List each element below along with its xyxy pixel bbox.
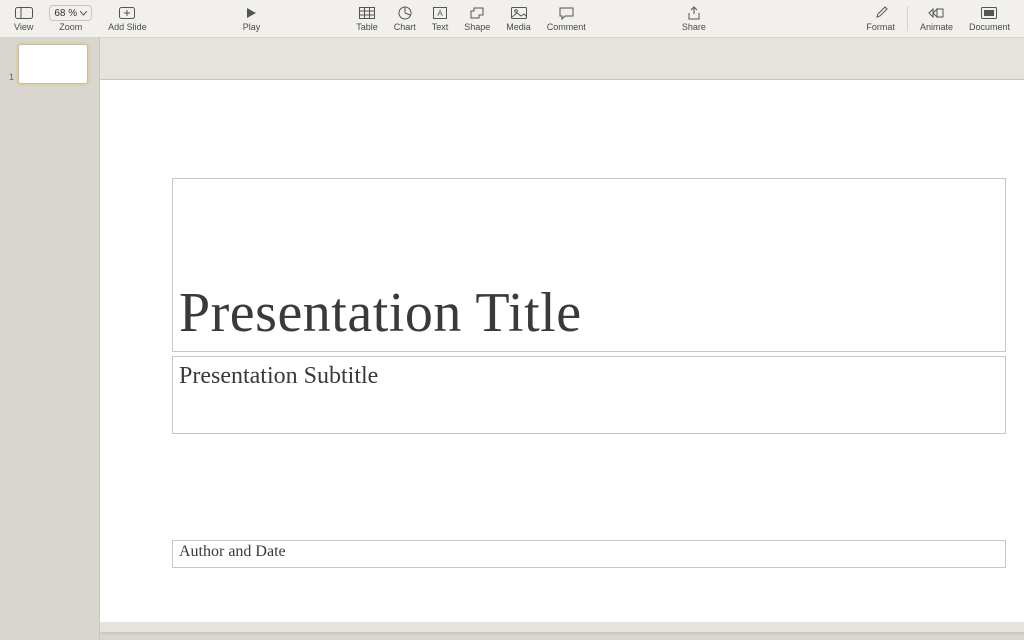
media-button[interactable]: Media [498, 0, 539, 37]
document-label: Document [969, 23, 1010, 32]
play-icon [245, 5, 257, 21]
svg-text:A: A [437, 9, 443, 18]
table-icon [359, 5, 375, 21]
title-text[interactable]: Presentation Title [179, 281, 582, 345]
comment-icon [559, 5, 574, 21]
table-label: Table [356, 23, 378, 32]
slide-number: 1 [6, 72, 14, 84]
view-button[interactable]: View [6, 0, 41, 37]
share-icon [687, 5, 701, 21]
zoom-value-box[interactable]: 68 % [49, 5, 92, 21]
play-label: Play [243, 23, 261, 32]
add-slide-label: Add Slide [108, 23, 147, 32]
canvas-top-band [100, 38, 1024, 80]
shape-button[interactable]: Shape [456, 0, 498, 37]
add-slide-button[interactable]: Add Slide [100, 0, 155, 37]
comment-label: Comment [547, 23, 586, 32]
format-label: Format [866, 23, 895, 32]
zoom-control[interactable]: 68 % Zoom [41, 0, 100, 37]
author-placeholder[interactable]: Author and Date [172, 540, 1006, 568]
text-label: Text [432, 23, 449, 32]
view-label: View [14, 23, 33, 32]
animate-label: Animate [920, 23, 953, 32]
canvas-area: Presentation Title Presentation Subtitle… [100, 38, 1024, 640]
share-label: Share [682, 23, 706, 32]
document-button[interactable]: Document [961, 0, 1018, 37]
slide-canvas[interactable]: Presentation Title Presentation Subtitle… [100, 80, 1024, 632]
author-text[interactable]: Author and Date [179, 543, 999, 561]
zoom-value: 68 % [54, 8, 77, 19]
chart-label: Chart [394, 23, 416, 32]
slide-navigator[interactable]: 1 [0, 38, 100, 640]
document-icon [981, 5, 997, 21]
workspace: 1 Presentation Title Presentation Subtit… [0, 38, 1024, 640]
subtitle-placeholder[interactable]: Presentation Subtitle [172, 356, 1006, 434]
table-button[interactable]: Table [348, 0, 386, 37]
media-icon [511, 5, 527, 21]
chart-button[interactable]: Chart [386, 0, 424, 37]
shape-icon [470, 5, 484, 21]
text-button[interactable]: A Text [424, 0, 457, 37]
zoom-label: Zoom [59, 23, 82, 32]
toolbar: View 68 % Zoom Add Slide Play [0, 0, 1024, 38]
chart-icon [398, 5, 412, 21]
toolbar-divider [907, 6, 908, 31]
plus-icon [119, 5, 135, 21]
chevron-down-icon [80, 11, 87, 16]
media-label: Media [506, 23, 531, 32]
title-placeholder[interactable]: Presentation Title [172, 178, 1006, 352]
slide-thumbnail-row[interactable]: 1 [6, 44, 93, 84]
canvas-bottom-band [100, 622, 1024, 632]
shape-label: Shape [464, 23, 490, 32]
format-button[interactable]: Format [858, 0, 903, 37]
text-icon: A [433, 5, 447, 21]
play-button[interactable]: Play [235, 0, 269, 37]
slide-thumbnail-1[interactable] [18, 44, 88, 84]
share-button[interactable]: Share [674, 0, 714, 37]
paintbrush-icon [874, 5, 888, 21]
comment-button[interactable]: Comment [539, 0, 594, 37]
animate-button[interactable]: Animate [912, 0, 961, 37]
subtitle-text[interactable]: Presentation Subtitle [179, 363, 999, 390]
view-icon [15, 5, 33, 21]
animate-icon [928, 5, 944, 21]
